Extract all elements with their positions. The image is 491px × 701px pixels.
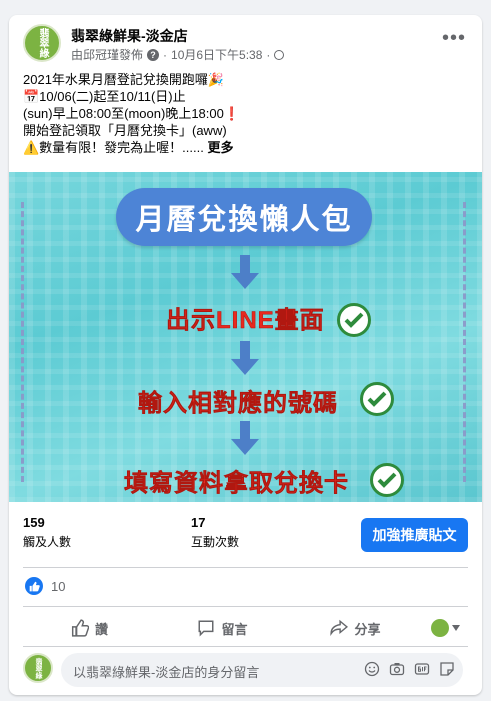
post-meta: 由邱冠瑾發佈 ? · 10月6日下午5:38 · xyxy=(71,46,285,63)
dashed-border-left xyxy=(21,202,24,482)
post-line: (sun)早上08:00至(moon)晚上18:00❗ xyxy=(23,106,241,121)
like-reaction-icon xyxy=(25,577,43,595)
post-line: ⚠️數量有限！發完為止喔！...... xyxy=(23,140,204,155)
comment-input[interactable]: 以翡翠綠鮮果-淡金店的身分留言 xyxy=(61,653,463,687)
post-text: 2021年水果月曆登記兌換開跑囉🎉 📅10/06(二)起至10/11(日)止 (… xyxy=(23,71,463,156)
reach-label: 觸及人數 xyxy=(23,535,72,549)
engagement-stat[interactable]: 17 互動次數 xyxy=(191,515,239,550)
down-arrow-icon xyxy=(231,421,259,455)
commenter-avatar: 翡翠綠 xyxy=(23,653,53,683)
page-avatar[interactable]: 翡翠綠 xyxy=(23,24,61,62)
divider xyxy=(23,567,468,568)
comment-label: 留言 xyxy=(221,621,248,637)
down-arrow-icon xyxy=(231,255,259,289)
share-button[interactable]: 分享 xyxy=(289,611,422,645)
published-by: 由邱冠瑾發佈 xyxy=(71,48,144,62)
comment-tools xyxy=(364,661,455,677)
post-line: 開始登記領取「月曆兌換卡」(aww) xyxy=(23,123,227,138)
reactions-summary[interactable]: 10 xyxy=(25,577,65,595)
promo-title: 月曆兌換懶人包 xyxy=(116,188,372,246)
like-button[interactable]: 讚 xyxy=(23,611,156,645)
dashed-border-right xyxy=(463,202,466,482)
divider xyxy=(23,606,468,607)
reaction-count: 10 xyxy=(51,578,66,594)
avatar-text: 翡翠綠 xyxy=(35,657,42,679)
action-bar: 讚 留言 分享 xyxy=(23,611,468,645)
avatar-text: 翡翠綠 xyxy=(37,28,48,58)
promo-step: 輸入相對應的號碼 xyxy=(138,390,338,418)
thumbs-up-icon xyxy=(71,619,89,637)
sticker-icon[interactable] xyxy=(439,661,455,677)
page-name[interactable]: 翡翠綠鮮果-淡金店 xyxy=(71,26,188,46)
see-more-link[interactable]: 更多 xyxy=(207,140,233,155)
down-arrow-icon xyxy=(231,341,259,375)
divider xyxy=(23,646,468,647)
separator-dot: · xyxy=(266,47,271,62)
check-icon xyxy=(370,463,404,497)
engagement-value: 17 xyxy=(191,515,206,530)
post-as-selector[interactable] xyxy=(422,611,468,645)
comment-button[interactable]: 留言 xyxy=(156,611,289,645)
share-label: 分享 xyxy=(354,621,381,637)
chevron-down-icon xyxy=(451,625,460,631)
comment-composer: 翡翠綠 以翡翠綠鮮果-淡金店的身分留言 xyxy=(23,653,468,687)
promo-step: 出示LINE畫面 xyxy=(166,307,325,335)
post-line: 2021年水果月曆登記兌換開跑囉🎉 xyxy=(23,72,225,87)
engagement-label: 互動次數 xyxy=(191,535,240,549)
like-label: 讚 xyxy=(94,621,108,637)
comment-icon xyxy=(199,620,214,637)
camera-icon[interactable] xyxy=(389,661,405,677)
globe-icon[interactable] xyxy=(274,49,285,60)
reach-stat[interactable]: 159 觸及人數 xyxy=(23,515,71,550)
page-avatar-small xyxy=(430,619,449,637)
post-date[interactable]: 10月6日下午5:38 xyxy=(171,46,262,63)
gif-icon[interactable] xyxy=(414,661,430,677)
post-image[interactable]: 月曆兌換懶人包 出示LINE畫面 輸入相對應的號碼 填寫資料拿取兌換卡 xyxy=(9,172,482,502)
help-icon[interactable]: ? xyxy=(147,48,160,61)
promo-step: 填寫資料拿取兌換卡 xyxy=(124,470,349,498)
more-options-icon[interactable]: ••• xyxy=(442,28,466,48)
post-line: 📅10/06(二)起至10/11(日)止 xyxy=(23,89,186,104)
insights-row: 159 觸及人數 17 互動次數 加強推廣貼文 xyxy=(23,515,468,559)
comment-placeholder: 以翡翠綠鮮果-淡金店的身分留言 xyxy=(73,665,260,680)
check-icon xyxy=(360,382,394,416)
emoji-icon[interactable] xyxy=(364,661,380,677)
boost-post-button[interactable]: 加強推廣貼文 xyxy=(361,518,468,552)
post-card: 翡翠綠 翡翠綠鮮果-淡金店 由邱冠瑾發佈 ? · 10月6日下午5:38 · •… xyxy=(9,15,482,695)
share-icon xyxy=(330,619,349,637)
separator-dot: · xyxy=(163,47,168,62)
reach-value: 159 xyxy=(23,515,45,530)
check-icon xyxy=(337,303,371,337)
